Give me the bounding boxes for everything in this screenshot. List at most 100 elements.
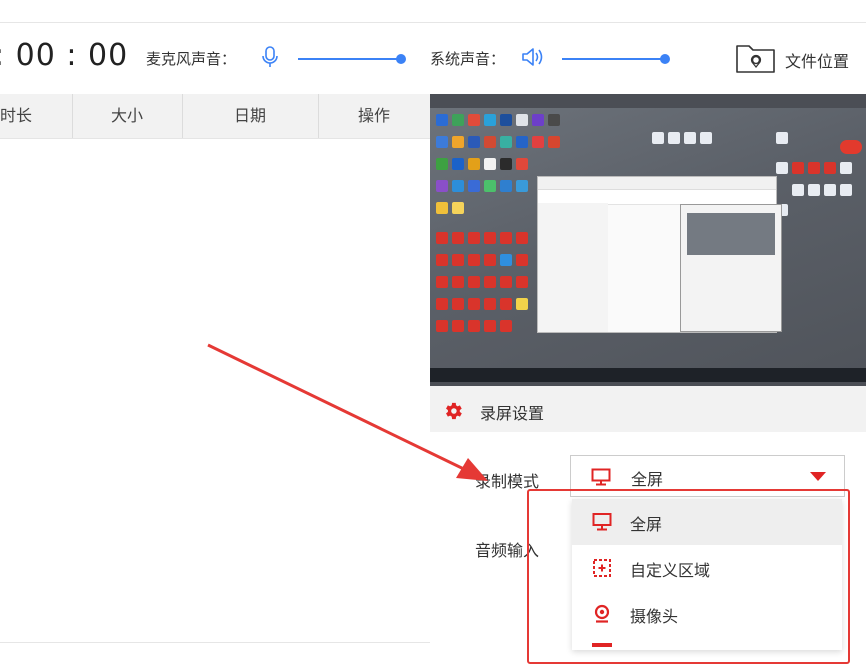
desktop-app-icon bbox=[484, 276, 496, 288]
desktop-app-icon bbox=[516, 136, 528, 148]
desktop-app-icon bbox=[652, 132, 664, 144]
file-location-button[interactable]: 文件位置 bbox=[785, 48, 849, 72]
desktop-app-icon bbox=[840, 162, 852, 174]
desktop-app-icon bbox=[436, 254, 448, 266]
desktop-app-icon bbox=[824, 162, 836, 174]
top-divider bbox=[0, 22, 866, 23]
desktop-app-icon bbox=[436, 158, 448, 170]
desktop-app-icon bbox=[452, 320, 464, 332]
taskbar-thumbnail bbox=[430, 368, 866, 382]
desktop-app-icon bbox=[468, 114, 480, 126]
window-titlebar bbox=[538, 177, 776, 190]
desktop-app-icon bbox=[500, 180, 512, 192]
system-volume-label: 系统声音： bbox=[430, 50, 506, 68]
desktop-thumbnail bbox=[430, 108, 866, 382]
monitor-icon bbox=[591, 468, 611, 486]
desktop-app-icon bbox=[436, 298, 448, 310]
desktop-app-icon bbox=[484, 114, 496, 126]
desktop-app-icon bbox=[700, 132, 712, 144]
desktop-app-icon bbox=[468, 320, 480, 332]
recording-timer: : 00 : 00 bbox=[0, 38, 129, 73]
desktop-app-icon bbox=[484, 320, 496, 332]
desktop-app-icon bbox=[776, 132, 788, 144]
microphone-icon[interactable] bbox=[260, 46, 280, 68]
column-duration[interactable]: 时长 bbox=[0, 94, 72, 138]
record-status-badge bbox=[840, 140, 862, 154]
desktop-app-icon bbox=[516, 114, 528, 126]
desktop-app-icon bbox=[452, 158, 464, 170]
desktop-app-icon bbox=[516, 254, 528, 266]
record-mode-value: 全屏 bbox=[631, 470, 664, 489]
desktop-app-icon bbox=[436, 136, 448, 148]
desktop-app-icon bbox=[684, 132, 696, 144]
desktop-app-icon bbox=[484, 136, 496, 148]
desktop-app-icon bbox=[500, 276, 512, 288]
desktop-app-icon bbox=[840, 184, 852, 196]
desktop-app-icon bbox=[436, 114, 448, 126]
desktop-app-icon bbox=[808, 162, 820, 174]
desktop-app-icon bbox=[484, 158, 496, 170]
window-sidebar bbox=[538, 203, 608, 332]
desktop-app-icon bbox=[452, 180, 464, 192]
desktop-app-icon bbox=[516, 232, 528, 244]
column-size[interactable]: 大小 bbox=[72, 94, 182, 138]
bottom-divider bbox=[0, 642, 430, 643]
desktop-app-icon bbox=[484, 180, 496, 192]
desktop-app-icon bbox=[516, 276, 528, 288]
desktop-app-icon bbox=[516, 180, 528, 192]
desktop-app-icon bbox=[468, 158, 480, 170]
desktop-app-icon bbox=[484, 232, 496, 244]
desktop-app-icon bbox=[500, 136, 512, 148]
mic-volume-label: 麦克风声音： bbox=[146, 50, 237, 68]
screen-preview bbox=[430, 94, 866, 386]
system-volume-slider[interactable] bbox=[562, 58, 666, 60]
desktop-app-icon bbox=[436, 202, 448, 214]
highlight-box bbox=[527, 489, 850, 664]
desktop-app-icon bbox=[452, 276, 464, 288]
desktop-app-icon bbox=[484, 254, 496, 266]
desktop-app-icon bbox=[484, 298, 496, 310]
desktop-app-icon bbox=[468, 180, 480, 192]
desktop-app-icon bbox=[668, 132, 680, 144]
desktop-app-icon bbox=[452, 136, 464, 148]
desktop-app-icon bbox=[452, 232, 464, 244]
desktop-app-icon bbox=[792, 184, 804, 196]
desktop-app-icon bbox=[532, 136, 544, 148]
desktop-app-icon bbox=[532, 114, 544, 126]
desktop-app-icon bbox=[452, 254, 464, 266]
desktop-app-icon bbox=[468, 276, 480, 288]
system-volume-handle[interactable] bbox=[660, 54, 670, 64]
desktop-app-icon bbox=[500, 320, 512, 332]
desktop-app-icon bbox=[468, 232, 480, 244]
desktop-app-icon bbox=[500, 298, 512, 310]
column-date[interactable]: 日期 bbox=[182, 94, 318, 138]
desktop-app-icon bbox=[808, 184, 820, 196]
desktop-app-icon bbox=[548, 136, 560, 148]
folder-location-icon[interactable] bbox=[735, 40, 777, 74]
column-actions[interactable]: 操作 bbox=[318, 94, 430, 138]
desktop-app-icon bbox=[500, 254, 512, 266]
mic-volume-handle[interactable] bbox=[396, 54, 406, 64]
desktop-app-icon bbox=[516, 298, 528, 310]
desktop-app-icon bbox=[468, 136, 480, 148]
speaker-icon[interactable] bbox=[520, 46, 544, 68]
gear-icon bbox=[446, 402, 462, 420]
desktop-app-icon bbox=[516, 158, 528, 170]
desktop-app-icon bbox=[468, 254, 480, 266]
desktop-app-icon bbox=[436, 232, 448, 244]
desktop-app-icon bbox=[500, 158, 512, 170]
mic-volume-slider[interactable] bbox=[298, 58, 402, 60]
settings-title: 录屏设置 bbox=[480, 404, 545, 423]
desktop-app-icon bbox=[776, 162, 788, 174]
desktop-app-icon bbox=[468, 298, 480, 310]
desktop-app-icon bbox=[436, 320, 448, 332]
desktop-app-icon bbox=[548, 114, 560, 126]
desktop-app-icon bbox=[436, 276, 448, 288]
desktop-app-icon bbox=[792, 162, 804, 174]
chevron-down-icon[interactable] bbox=[810, 472, 826, 481]
nested-preview bbox=[687, 213, 775, 255]
desktop-app-icon bbox=[436, 180, 448, 192]
desktop-app-icon bbox=[452, 114, 464, 126]
desktop-app-icon bbox=[452, 298, 464, 310]
recordings-table-header: 时长 大小 日期 操作 bbox=[0, 94, 430, 139]
